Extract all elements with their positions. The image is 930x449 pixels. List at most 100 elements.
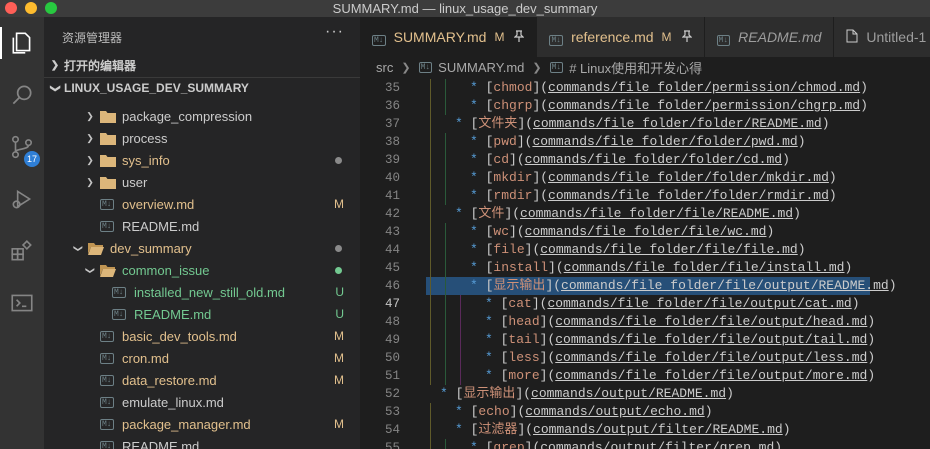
link-url[interactable]: commands/file_folder/file/wc.md	[525, 224, 767, 239]
link-url[interactable]: commands/output/filter/README.md	[533, 422, 783, 437]
pin-icon[interactable]	[681, 29, 692, 45]
editor-area: M↓ SUMMARY.md M M↓ reference.md M M↓ README.md U…	[360, 17, 930, 449]
indent-guide	[445, 79, 446, 97]
code-line[interactable]: 46 * [显示输出](commands/file_folder/file/out…	[360, 277, 930, 295]
file-item[interactable]: M↓ basic_dev_tools.md M	[44, 325, 360, 347]
git-status-badge: U	[335, 307, 344, 321]
line-number: 50	[384, 351, 400, 365]
search-icon[interactable]	[6, 79, 38, 111]
folder-item[interactable]: ❯ dev_summary	[44, 237, 360, 259]
link-url[interactable]: commands/file_folder/file/output/tail.md	[555, 332, 867, 347]
file-item[interactable]: M↓ overview.md M	[44, 193, 360, 215]
run-debug-icon[interactable]	[6, 183, 38, 215]
file-item[interactable]: M↓ emulate_linux.md	[44, 391, 360, 413]
bracket: )	[867, 368, 876, 383]
bracket: )	[888, 278, 897, 293]
link-url[interactable]: commands/file_folder/file/output/more.md	[555, 368, 867, 383]
breadcrumb-folder[interactable]: src	[376, 60, 393, 75]
link-url[interactable]: commands/file_folder/folder/pwd.md	[532, 134, 797, 149]
code-line[interactable]: 36 * [chgrp](commands/file_folder/permiss…	[360, 97, 930, 115]
link-url[interactable]: commands/file_folder/folder/rmdir.md	[548, 188, 829, 203]
code-line[interactable]: 50 * [less](commands/file_folder/file/out…	[360, 349, 930, 367]
file-item[interactable]: M↓ README.md U	[44, 303, 360, 325]
editor-tab[interactable]: Untitled-1	[834, 17, 930, 57]
bracket: ](	[539, 314, 556, 329]
code-line[interactable]: 45 * [install](commands/file_folder/file/…	[360, 259, 930, 277]
editor-tab[interactable]: M↓ reference.md M	[537, 17, 705, 57]
bracket: ](	[532, 170, 549, 185]
code-line[interactable]: 38 * [pwd](commands/file_folder/folder/pw…	[360, 133, 930, 151]
editor-tab[interactable]: M↓ SUMMARY.md M	[360, 17, 538, 57]
folder-item[interactable]: ❯ user	[44, 171, 360, 193]
source-control-icon[interactable]: 17	[6, 131, 41, 167]
code-line[interactable]: 51 * [more](commands/file_folder/file/out…	[360, 367, 930, 385]
markdown-glyph: M↓	[112, 286, 126, 298]
breadcrumb-symbol[interactable]: # Linux使用和开发心得	[569, 58, 702, 77]
symbol-icon: M↓	[549, 61, 564, 73]
list-bullet: *	[455, 116, 471, 131]
code-line[interactable]: 43 * [wc](commands/file_folder/file/wc.md…	[360, 223, 930, 241]
pin-icon[interactable]	[514, 29, 525, 45]
tree-item-label: cron.md	[122, 350, 169, 366]
bracket: )	[828, 170, 837, 185]
link-url[interactable]: commands/file_folder/file/output/README.…	[561, 278, 889, 293]
chevron-right-icon: ❯	[86, 132, 94, 143]
extensions-icon[interactable]	[6, 235, 38, 267]
link-url[interactable]: commands/file_folder/file/README.md	[520, 206, 793, 221]
link-url[interactable]: commands/file_folder/permission/chmod.md	[548, 80, 860, 95]
link-url[interactable]: commands/file_folder/folder/README.md	[533, 116, 822, 131]
bracket: )	[867, 332, 876, 347]
line-number: 52	[384, 387, 400, 401]
code-line[interactable]: 49 * [tail](commands/file_folder/file/out…	[360, 331, 930, 349]
link-url[interactable]: commands/output/README.md	[531, 386, 726, 401]
indent-guide	[430, 79, 431, 97]
file-item[interactable]: M↓ package_manager.md M	[44, 413, 360, 435]
code-line[interactable]: 55 * [grep](commands/output/filter/grep.m…	[360, 439, 930, 449]
editor-tab[interactable]: M↓ README.md	[704, 17, 835, 57]
link-url[interactable]: commands/file_folder/file/file.md	[540, 242, 797, 257]
folder-item[interactable]: ❯ process	[44, 127, 360, 149]
folder-item[interactable]: ❯ sys_info	[44, 149, 360, 171]
folder-item[interactable]: ❯ common_issue	[44, 259, 360, 281]
file-item[interactable]: M↓ installed_new_still_old.md U	[44, 281, 360, 303]
code-line[interactable]: 41 * [rmdir](commands/file_folder/folder/…	[360, 187, 930, 205]
link-url[interactable]: commands/output/echo.md	[525, 404, 704, 419]
link-url[interactable]: commands/file_folder/file/output/head.md	[555, 314, 867, 329]
remote-explorer-icon[interactable]	[6, 287, 38, 319]
code-line[interactable]: 42 * [文件](commands/file_folder/file/READM…	[360, 205, 930, 223]
code-line[interactable]: 47 * [cat](commands/file_folder/file/outp…	[360, 295, 930, 313]
code-line[interactable]: 53 * [echo](commands/output/echo.md)	[360, 403, 930, 421]
link-url[interactable]: commands/file_folder/permission/chgrp.md	[548, 98, 860, 113]
code-line[interactable]: 44 * [file](commands/file_folder/file/fil…	[360, 241, 930, 259]
folder-item[interactable]: ❯ package_compression	[44, 105, 360, 127]
file-item[interactable]: M↓ README.md	[44, 435, 360, 449]
link-url[interactable]: commands/file_folder/file/output/less.md	[555, 350, 867, 365]
link-url[interactable]: commands/file_folder/file/output/cat.md	[547, 296, 851, 311]
markdown-file-icon: M↓	[100, 417, 116, 431]
breadcrumb-file[interactable]: SUMMARY.md	[438, 60, 524, 75]
more-actions-icon[interactable]: ···	[325, 23, 344, 41]
workspace-section[interactable]: ❯ LINUX_USAGE_DEV_SUMMARY	[44, 77, 360, 99]
code-line[interactable]: 48 * [head](commands/file_folder/file/out…	[360, 313, 930, 331]
list-bullet: *	[485, 314, 501, 329]
list-bullet: *	[470, 440, 486, 449]
code-line[interactable]: 52 * [显示输出](commands/output/README.md)	[360, 385, 930, 403]
link-url[interactable]: commands/file_folder/file/install.md	[564, 260, 845, 275]
link-url[interactable]: commands/file_folder/folder/cd.md	[525, 152, 782, 167]
code-line[interactable]: 35 * [chmod](commands/file_folder/permiss…	[360, 79, 930, 97]
link-url[interactable]: commands/output/filter/grep.md	[540, 440, 774, 449]
line-number: 51	[384, 369, 400, 383]
list-bullet: *	[440, 386, 456, 401]
file-item[interactable]: M↓ README.md	[44, 215, 360, 237]
chevron-right-icon: ❯	[532, 61, 542, 74]
tree-item-label: README.md	[122, 438, 200, 449]
link-url[interactable]: commands/file_folder/folder/mkdir.md	[548, 170, 829, 185]
explorer-icon[interactable]	[6, 27, 38, 59]
file-item[interactable]: M↓ data_restore.md M	[44, 369, 360, 391]
code-line[interactable]: 39 * [cd](commands/file_folder/folder/cd.…	[360, 151, 930, 169]
code-line[interactable]: 54 * [过滤器](commands/output/filter/README.…	[360, 421, 930, 439]
open-editors-section[interactable]: ❯ 打开的编辑器	[44, 54, 360, 76]
code-line[interactable]: 40 * [mkdir](commands/file_folder/folder/…	[360, 169, 930, 187]
file-item[interactable]: M↓ cron.md M	[44, 347, 360, 369]
code-line[interactable]: 37 * [文件夹](commands/file_folder/folder/RE…	[360, 115, 930, 133]
